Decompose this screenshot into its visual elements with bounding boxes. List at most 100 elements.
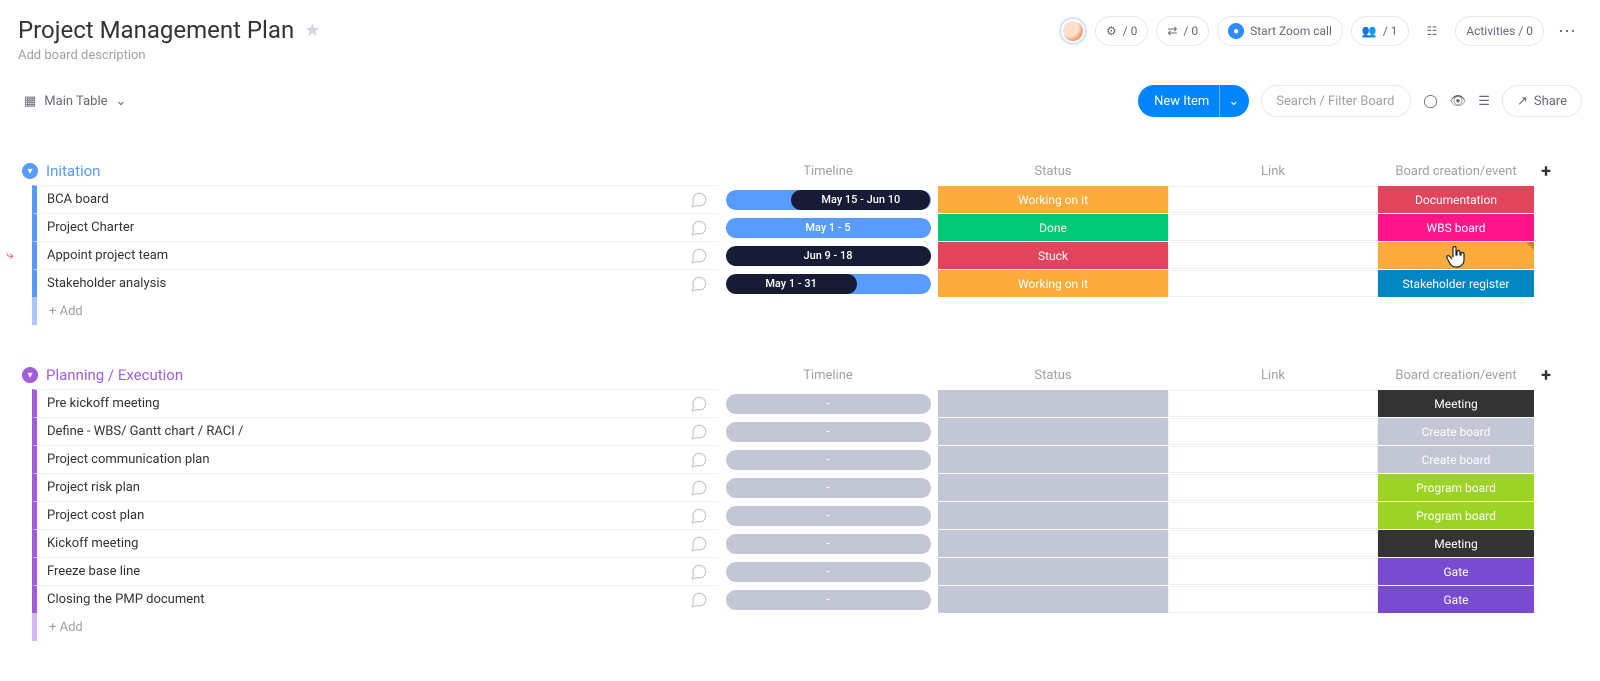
- conversation-icon[interactable]: [690, 535, 708, 553]
- conversation-icon[interactable]: [690, 507, 708, 525]
- board-creation-cell[interactable]: Gate: [1378, 557, 1534, 585]
- conversation-icon[interactable]: [690, 395, 708, 413]
- board-title[interactable]: Project Management Plan: [18, 16, 294, 44]
- status-cell[interactable]: Working on it: [938, 269, 1168, 297]
- link-cell[interactable]: [1168, 213, 1378, 241]
- link-cell[interactable]: [1168, 269, 1378, 297]
- column-header-boardcreation[interactable]: Board creation/event: [1378, 164, 1534, 179]
- link-cell[interactable]: [1168, 473, 1378, 501]
- item-name-cell[interactable]: Define - WBS/ Gantt chart / RACI /: [32, 417, 718, 445]
- board-creation-cell[interactable]: Gate: [1378, 585, 1534, 613]
- item-name-cell[interactable]: Project cost plan: [32, 501, 718, 529]
- board-description[interactable]: Add board description: [18, 48, 320, 63]
- status-cell[interactable]: [938, 417, 1168, 445]
- item-name-cell[interactable]: BCA board: [32, 185, 718, 213]
- board-creation-cell[interactable]: Stakeholder register: [1378, 269, 1534, 297]
- item-name-cell[interactable]: Appoint project team: [32, 241, 718, 269]
- view-selector[interactable]: ▦ Main Table ⌄: [18, 90, 132, 113]
- timeline-cell[interactable]: -: [718, 557, 938, 585]
- board-creation-cell[interactable]: WBS board: [1378, 213, 1534, 241]
- status-cell[interactable]: [938, 585, 1168, 613]
- share-button[interactable]: ↗ Share: [1502, 85, 1582, 117]
- status-cell[interactable]: Stuck: [938, 241, 1168, 269]
- members-pill[interactable]: 👥 / 1: [1351, 16, 1409, 46]
- link-cell[interactable]: [1168, 241, 1378, 269]
- link-cell[interactable]: [1168, 417, 1378, 445]
- board-creation-cell[interactable]: [1378, 241, 1534, 269]
- star-icon[interactable]: ★: [304, 20, 320, 41]
- link-cell[interactable]: [1168, 185, 1378, 213]
- add-item-row[interactable]: + Add: [32, 297, 1582, 325]
- link-cell[interactable]: [1168, 557, 1378, 585]
- board-creation-cell[interactable]: Create board: [1378, 445, 1534, 473]
- zoom-button[interactable]: ● Start Zoom call: [1217, 16, 1343, 46]
- link-cell[interactable]: [1168, 529, 1378, 557]
- group-title[interactable]: Planning / Execution: [46, 366, 183, 384]
- timeline-cell[interactable]: -: [718, 529, 938, 557]
- automations-pill[interactable]: ⚙ / 0: [1095, 16, 1148, 46]
- board-creation-cell[interactable]: Documentation: [1378, 185, 1534, 213]
- collapse-icon[interactable]: ▾: [22, 367, 38, 383]
- add-column-icon[interactable]: +: [1534, 363, 1558, 387]
- column-header-timeline[interactable]: Timeline: [718, 368, 938, 383]
- timeline-cell[interactable]: -: [718, 389, 938, 417]
- conversation-icon[interactable]: [690, 423, 708, 441]
- item-name-cell[interactable]: Freeze base line: [32, 557, 718, 585]
- link-cell[interactable]: [1168, 389, 1378, 417]
- item-name-cell[interactable]: Kickoff meeting: [32, 529, 718, 557]
- link-cell[interactable]: [1168, 585, 1378, 613]
- add-item-row[interactable]: + Add: [32, 613, 1582, 641]
- column-header-boardcreation[interactable]: Board creation/event: [1378, 368, 1534, 383]
- avatar[interactable]: [1059, 17, 1087, 45]
- conversation-icon[interactable]: [690, 451, 708, 469]
- status-cell[interactable]: [938, 501, 1168, 529]
- add-column-icon[interactable]: +: [1534, 159, 1558, 183]
- board-creation-cell[interactable]: Meeting: [1378, 529, 1534, 557]
- conversation-icon[interactable]: [690, 247, 708, 265]
- status-cell[interactable]: [938, 445, 1168, 473]
- timeline-cell[interactable]: Jun 9 - 18: [718, 241, 938, 269]
- column-header-link[interactable]: Link: [1168, 164, 1378, 179]
- status-cell[interactable]: [938, 473, 1168, 501]
- board-creation-cell[interactable]: Program board: [1378, 501, 1534, 529]
- link-cell[interactable]: [1168, 501, 1378, 529]
- conversation-icon[interactable]: [690, 219, 708, 237]
- conversation-icon[interactable]: [690, 275, 708, 293]
- person-filter-icon[interactable]: ◯: [1423, 94, 1438, 109]
- favorites-button[interactable]: ☷: [1417, 16, 1448, 46]
- new-item-button[interactable]: New Item ⌄: [1138, 85, 1249, 117]
- item-name-cell[interactable]: Closing the PMP document: [32, 585, 718, 613]
- timeline-cell[interactable]: -: [718, 445, 938, 473]
- timeline-cell[interactable]: -: [718, 417, 938, 445]
- column-header-link[interactable]: Link: [1168, 368, 1378, 383]
- column-header-status[interactable]: Status: [938, 368, 1168, 383]
- item-name-cell[interactable]: Project Charter: [32, 213, 718, 241]
- hide-columns-icon[interactable]: 👁: [1450, 94, 1467, 109]
- search-input[interactable]: Search / Filter Board: [1261, 85, 1411, 117]
- activities-pill[interactable]: Activities / 0: [1455, 16, 1544, 46]
- group-title[interactable]: Initation: [46, 162, 100, 180]
- status-cell[interactable]: Working on it: [938, 185, 1168, 213]
- timeline-cell[interactable]: -: [718, 501, 938, 529]
- item-name-cell[interactable]: Pre kickoff meeting: [32, 389, 718, 417]
- status-cell[interactable]: [938, 529, 1168, 557]
- filter-icon[interactable]: ☰: [1478, 94, 1490, 109]
- item-name-cell[interactable]: Project communication plan: [32, 445, 718, 473]
- conversation-icon[interactable]: [690, 563, 708, 581]
- collapse-icon[interactable]: ▾: [22, 163, 38, 179]
- conversation-icon[interactable]: [690, 591, 708, 609]
- conversation-icon[interactable]: [690, 479, 708, 497]
- timeline-cell[interactable]: May 1 - 5: [718, 213, 938, 241]
- item-name-cell[interactable]: Stakeholder analysis: [32, 269, 718, 297]
- chevron-down-icon[interactable]: ⌄: [1219, 85, 1239, 117]
- column-header-timeline[interactable]: Timeline: [718, 164, 938, 179]
- timeline-cell[interactable]: -: [718, 585, 938, 613]
- board-creation-cell[interactable]: Program board: [1378, 473, 1534, 501]
- status-cell[interactable]: Done: [938, 213, 1168, 241]
- conversation-icon[interactable]: [690, 191, 708, 209]
- more-menu-icon[interactable]: ⋯: [1552, 21, 1582, 42]
- integrations-pill[interactable]: ⇄ / 0: [1156, 16, 1209, 46]
- status-cell[interactable]: [938, 557, 1168, 585]
- board-creation-cell[interactable]: Create board: [1378, 417, 1534, 445]
- item-name-cell[interactable]: Project risk plan: [32, 473, 718, 501]
